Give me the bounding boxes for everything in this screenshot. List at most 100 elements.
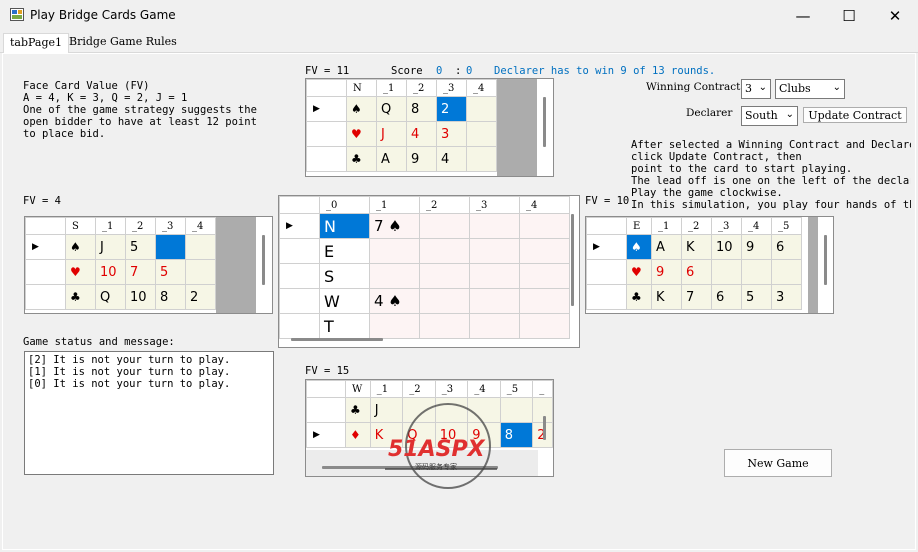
played-card-cell[interactable]	[369, 238, 420, 264]
card-cell[interactable]: 10	[95, 259, 126, 285]
played-card-cell[interactable]: 4 ♠	[369, 288, 420, 314]
card-cell[interactable]	[466, 96, 497, 122]
row-marker[interactable]	[586, 284, 627, 310]
row-marker[interactable]: ▶	[306, 96, 347, 122]
card-cell[interactable]: 9	[741, 234, 772, 260]
card-cell[interactable]: 10	[125, 284, 156, 310]
player-cell[interactable]: W	[319, 288, 370, 314]
card-cell[interactable]: A	[651, 234, 682, 260]
card-cell[interactable]: 8	[155, 284, 186, 310]
minimize-button[interactable]: —	[780, 0, 826, 31]
north-hand-grid[interactable]: N _1 _2 _3 _4 ▶ ♠ Q 8 2 ♥ J 4 3 ♣ A 9 4	[305, 78, 554, 177]
row-marker[interactable]	[306, 146, 347, 172]
played-card-cell[interactable]	[469, 213, 520, 239]
card-cell[interactable]: 9	[406, 146, 437, 172]
played-card-cell[interactable]	[419, 313, 470, 339]
played-card-cell[interactable]	[519, 263, 570, 289]
card-cell[interactable]: A	[376, 146, 407, 172]
played-card-cell[interactable]	[369, 263, 420, 289]
card-cell[interactable]: 3	[771, 284, 802, 310]
row-marker[interactable]	[279, 288, 320, 314]
played-card-cell[interactable]	[419, 238, 470, 264]
row-marker[interactable]	[306, 397, 347, 423]
card-cell[interactable]: 8	[406, 96, 437, 122]
status-message-box[interactable]: [2] It is not your turn to play. [1] It …	[24, 351, 274, 475]
update-contract-button[interactable]: Update Contract	[803, 107, 907, 123]
vertical-scrollbar[interactable]	[571, 214, 574, 306]
card-cell[interactable]: Q	[376, 96, 407, 122]
played-card-cell[interactable]	[519, 238, 570, 264]
vertical-scrollbar[interactable]	[543, 416, 546, 440]
player-cell[interactable]: E	[319, 238, 370, 264]
player-cell-selected[interactable]: N	[319, 213, 370, 239]
card-cell[interactable]: K	[681, 234, 712, 260]
contract-suit-select[interactable]: Clubs ⌄	[775, 79, 845, 99]
card-cell-selected[interactable]	[155, 234, 186, 260]
close-button[interactable]: ✕	[872, 0, 918, 31]
player-cell[interactable]: S	[319, 263, 370, 289]
card-cell[interactable]: 5	[155, 259, 186, 285]
card-cell[interactable]: 6	[771, 234, 802, 260]
played-card-cell[interactable]	[369, 313, 420, 339]
row-marker[interactable]: ▶	[306, 422, 347, 448]
card-cell[interactable]	[466, 146, 497, 172]
card-cell[interactable]: 9	[651, 259, 682, 285]
declarer-select[interactable]: South ⌄	[741, 106, 798, 126]
player-cell[interactable]: T	[319, 313, 370, 339]
card-cell-selected[interactable]: 2	[436, 96, 467, 122]
vertical-scrollbar[interactable]	[824, 235, 827, 285]
row-marker[interactable]	[306, 121, 347, 147]
card-cell[interactable]	[185, 259, 216, 285]
card-cell[interactable]: 6	[681, 259, 712, 285]
row-marker[interactable]: ▶	[25, 234, 66, 260]
card-cell[interactable]: 10	[711, 234, 742, 260]
card-cell[interactable]: 7	[681, 284, 712, 310]
trick-grid[interactable]: _0 _1 _2 _3 _4 ▶ N 7 ♠ E S W 4 ♠ T	[278, 195, 580, 348]
played-card-cell[interactable]	[469, 263, 520, 289]
row-marker[interactable]	[25, 259, 66, 285]
card-cell[interactable]: 6	[711, 284, 742, 310]
tab-page1[interactable]: tabPage1	[3, 33, 70, 54]
played-card-cell[interactable]	[419, 263, 470, 289]
row-marker[interactable]	[279, 238, 320, 264]
played-card-cell[interactable]	[419, 288, 470, 314]
row-marker[interactable]	[279, 313, 320, 339]
maximize-button[interactable]: ☐	[826, 0, 872, 31]
played-card-cell[interactable]	[419, 213, 470, 239]
played-card-cell[interactable]	[469, 238, 520, 264]
played-card-cell[interactable]	[469, 288, 520, 314]
played-card-cell[interactable]	[519, 313, 570, 339]
vertical-scrollbar[interactable]	[543, 97, 546, 147]
row-marker[interactable]	[586, 259, 627, 285]
card-cell[interactable]: K	[651, 284, 682, 310]
played-card-cell[interactable]	[519, 288, 570, 314]
row-marker[interactable]	[25, 284, 66, 310]
card-cell[interactable]: 4	[436, 146, 467, 172]
contract-level-select[interactable]: 3 ⌄	[741, 79, 771, 99]
card-cell[interactable]: J	[95, 234, 126, 260]
row-marker[interactable]: ▶	[279, 213, 320, 239]
card-cell[interactable]: Q	[95, 284, 126, 310]
east-hand-grid[interactable]: E _1 _2 _3 _4 _5 ▶ ♠ A K 10 9 6 ♥ 9 6 ♣ …	[585, 216, 834, 314]
card-cell[interactable]	[466, 121, 497, 147]
new-game-button[interactable]: New Game	[724, 449, 832, 477]
card-cell[interactable]: 4	[406, 121, 437, 147]
card-cell[interactable]: 5	[741, 284, 772, 310]
played-card-cell[interactable]: 7 ♠	[369, 213, 420, 239]
card-cell[interactable]: 2	[185, 284, 216, 310]
card-cell[interactable]	[711, 259, 742, 285]
vertical-scrollbar[interactable]	[262, 235, 265, 285]
row-marker[interactable]: ▶	[586, 234, 627, 260]
card-cell[interactable]	[185, 234, 216, 260]
card-cell[interactable]: 3	[436, 121, 467, 147]
west-hand-grid[interactable]: S _1 _2 _3 _4 ▶ ♠ J 5 ♥ 10 7 5 ♣ Q 10 8 …	[24, 216, 273, 314]
card-cell[interactable]	[741, 259, 772, 285]
tab-bridge-game-rules[interactable]: Bridge Game Rules	[63, 33, 183, 53]
horizontal-scrollbar[interactable]	[291, 338, 383, 341]
row-marker[interactable]	[279, 263, 320, 289]
played-card-cell[interactable]	[469, 313, 520, 339]
card-cell[interactable]: J	[376, 121, 407, 147]
card-cell[interactable]: 5	[125, 234, 156, 260]
card-cell[interactable]	[771, 259, 802, 285]
played-card-cell[interactable]	[519, 213, 570, 239]
